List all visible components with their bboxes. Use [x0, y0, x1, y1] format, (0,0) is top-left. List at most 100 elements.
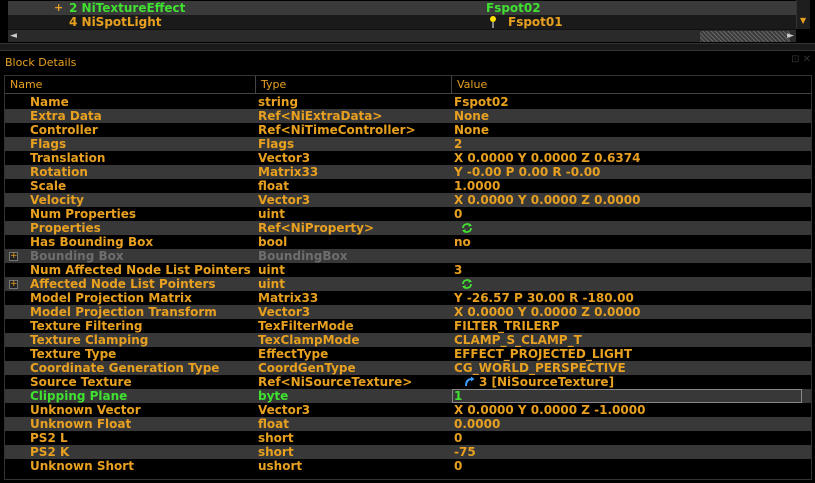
row-value[interactable]: None — [454, 109, 489, 123]
row-value[interactable]: X 0.0000 Y 0.0000 Z 0.6374 — [454, 151, 640, 165]
table-row[interactable]: + Affected Node List Pointers uint — [5, 277, 811, 291]
refresh-icon[interactable] — [461, 222, 473, 234]
table-row[interactable]: Clipping Plane byte 1 — [5, 389, 811, 403]
column-header-name[interactable]: Name — [5, 76, 256, 94]
expand-icon[interactable]: + — [9, 252, 18, 261]
row-value[interactable]: 0 — [454, 459, 462, 473]
row-name: Texture Filtering — [30, 319, 143, 333]
tree-expander[interactable]: + — [54, 1, 64, 15]
table-row[interactable]: Extra Data Ref<NiExtraData> None — [5, 109, 811, 123]
row-value[interactable]: Y -26.57 P 30.00 R -180.00 — [454, 291, 634, 305]
row-value[interactable]: Y -0.00 P 0.00 R -0.00 — [454, 165, 600, 179]
table-row[interactable]: Model Projection Transform Vector3 X 0.000… — [5, 305, 811, 319]
expand-icon[interactable]: + — [9, 280, 18, 289]
row-value[interactable]: 1.0000 — [454, 179, 500, 193]
value-edit-box[interactable] — [452, 389, 802, 403]
scroll-thumb[interactable] — [700, 31, 790, 42]
table-row[interactable]: Properties Ref<NiProperty> — [5, 221, 811, 235]
row-type: float — [258, 417, 289, 431]
row-type: Vector3 — [258, 193, 311, 207]
column-header-type[interactable]: Type — [256, 76, 452, 94]
dock-controls-icon[interactable]: ⊡ ✕ — [791, 54, 811, 65]
row-type: byte — [258, 389, 289, 403]
table-row[interactable]: Scale float 1.0000 — [5, 179, 811, 193]
row-value[interactable]: Fspot02 — [454, 95, 509, 109]
row-value[interactable]: CLAMP_S_CLAMP_T — [454, 333, 582, 347]
row-value[interactable]: 0.0000 — [454, 417, 500, 431]
table-row[interactable]: Texture Filtering TexFilterMode FILTER_TRI… — [5, 319, 811, 333]
row-type: Matrix33 — [258, 291, 319, 305]
block-details-title: Block Details — [5, 56, 77, 69]
row-name: Has Bounding Box — [30, 235, 154, 249]
tree-vertical-scrollbar[interactable]: ▼ — [796, 0, 810, 29]
table-row[interactable]: Num Properties uint 0 — [5, 207, 811, 221]
row-value[interactable]: no — [454, 235, 471, 249]
table-row[interactable]: Flags Flags 2 — [5, 137, 811, 151]
row-type: Ref<NiExtraData> — [258, 109, 383, 123]
table-row[interactable]: Unknown Short ushort 0 — [5, 459, 811, 473]
row-value[interactable]: X 0.0000 Y 0.0000 Z 0.0000 — [454, 305, 640, 319]
row-type: Ref<NiProperty> — [258, 221, 375, 235]
link-arrow-icon[interactable] — [463, 376, 475, 388]
row-value[interactable]: 0 — [454, 207, 462, 221]
row-type: TexClampMode — [258, 333, 360, 347]
table-row[interactable]: Source Texture Ref<NiSourceTexture> 3 [NiS… — [5, 375, 811, 389]
row-value[interactable]: CG_WORLD_PERSPECTIVE — [454, 361, 626, 375]
row-name: Source Texture — [30, 375, 132, 389]
table-row[interactable]: Unknown Vector Vector3 X 0.0000 Y 0.0000 Z… — [5, 403, 811, 417]
scroll-right-arrow-icon[interactable]: ► — [787, 30, 794, 43]
row-name: Translation — [30, 151, 106, 165]
row-value[interactable]: X 0.0000 Y 0.0000 Z -1.0000 — [454, 403, 645, 417]
row-type: short — [258, 445, 294, 459]
table-row[interactable]: Unknown Float float 0.0000 — [5, 417, 811, 431]
row-value[interactable]: None — [454, 123, 489, 137]
table-row[interactable]: Translation Vector3 X 0.0000 Y 0.0000 Z 0.… — [5, 151, 811, 165]
tree-horizontal-scrollbar[interactable]: ◄ ► — [8, 29, 796, 42]
panel-splitter[interactable] — [0, 43, 815, 51]
row-value[interactable]: 3 — [454, 263, 462, 277]
column-header-value[interactable]: Value — [452, 76, 811, 94]
row-name: Rotation — [30, 165, 88, 179]
row-name: Properties — [30, 221, 101, 235]
row-value[interactable]: X 0.0000 Y 0.0000 Z 0.0000 — [454, 193, 640, 207]
row-value[interactable]: 2 — [454, 137, 462, 151]
table-row[interactable]: Rotation Matrix33 Y -0.00 P 0.00 R -0.00 — [5, 165, 811, 179]
scroll-left-arrow-icon[interactable]: ◄ — [10, 30, 17, 43]
table-row[interactable]: Has Bounding Box bool no — [5, 235, 811, 249]
table-row[interactable]: + Bounding Box BoundingBox — [5, 249, 811, 263]
row-name: Num Properties — [30, 207, 137, 221]
table-row[interactable]: PS2 L short 0 — [5, 431, 811, 445]
row-value[interactable]: 0 — [454, 431, 462, 445]
table-row[interactable]: Name string Fspot02 — [5, 95, 811, 109]
row-type: ushort — [258, 459, 303, 473]
refresh-icon[interactable] — [461, 278, 473, 290]
light-bulb-stem — [492, 22, 494, 28]
row-name: Extra Data — [30, 109, 102, 123]
block-details-table: Name Type Value Name string Fspot02 Extra D… — [4, 75, 812, 480]
table-row[interactable]: PS2 K short -75 — [5, 445, 811, 459]
row-value[interactable]: FILTER_TRILERP — [454, 319, 560, 333]
table-row[interactable]: Texture Type EffectType EFFECT_PROJECTED_L… — [5, 347, 811, 361]
table-row[interactable]: Model Projection Matrix Matrix33 Y -26.57 … — [5, 291, 811, 305]
row-type: uint — [258, 277, 285, 291]
table-row[interactable]: Coordinate Generation Type CoordGenType CG… — [5, 361, 811, 375]
row-value[interactable]: 3 [NiSourceTexture] — [479, 375, 614, 389]
scroll-down-arrow-icon[interactable]: ▼ — [800, 16, 806, 25]
table-row[interactable]: Velocity Vector3 X 0.0000 Y 0.0000 Z 0.000… — [5, 193, 811, 207]
table-row[interactable]: Texture Clamping TexClampMode CLAMP_S_CLAM… — [5, 333, 811, 347]
table-row[interactable]: Num Affected Node List Pointers uint 3 — [5, 263, 811, 277]
block-details-header: Block Details ⊡ ✕ — [0, 52, 815, 72]
tree-row-texture-effect[interactable]: + 2 NiTextureEffect Fspot02 — [8, 1, 796, 15]
tree-row-spot-light[interactable]: 4 NiSpotLight Fspot01 — [8, 15, 796, 29]
row-value[interactable]: EFFECT_PROJECTED_LIGHT — [454, 347, 632, 361]
row-name: Texture Clamping — [30, 333, 149, 347]
tree-label: 4 NiSpotLight — [69, 15, 162, 29]
block-tree: + 2 NiTextureEffect Fspot02 4 NiSpotLigh… — [0, 0, 815, 42]
row-value[interactable]: -75 — [454, 445, 476, 459]
row-value[interactable]: 1 — [454, 389, 462, 403]
tree-value: Fspot01 — [508, 15, 563, 29]
row-type: Matrix33 — [258, 165, 319, 179]
row-type: Flags — [258, 137, 295, 151]
row-type: uint — [258, 263, 285, 277]
table-row[interactable]: Controller Ref<NiTimeController> None — [5, 123, 811, 137]
